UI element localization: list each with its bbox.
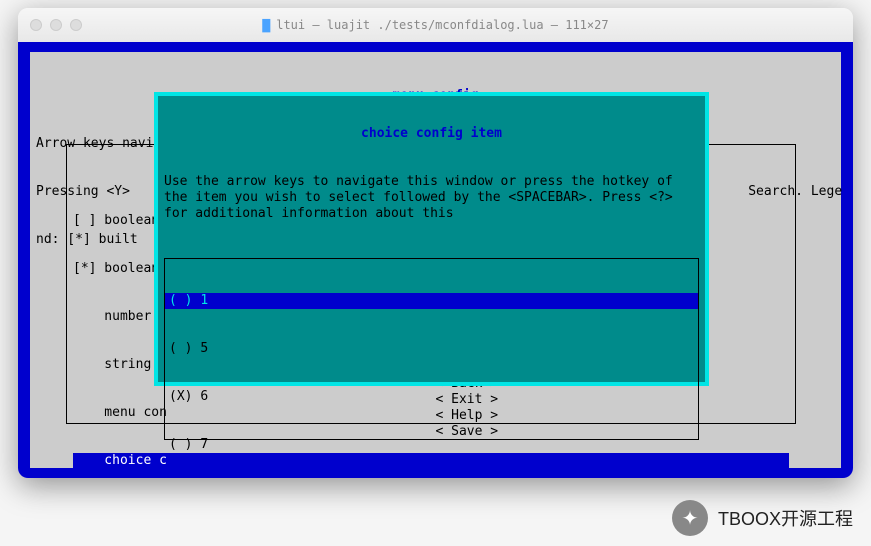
choice-dialog-title: choice config item: [158, 126, 705, 142]
macos-window: ▇ ltui — luajit ./tests/mconfdialog.lua …: [18, 8, 853, 478]
choice-dialog-help: Use the arrow keys to navigate this wind…: [158, 174, 705, 222]
folder-icon: ▇: [262, 18, 270, 33]
choice-dialog: choice config item Use the arrow keys to…: [154, 92, 709, 386]
choice-item[interactable]: ( ) 5: [165, 341, 698, 357]
choice-item[interactable]: ( ) 7: [165, 437, 698, 453]
wechat-icon: ✦: [672, 500, 708, 536]
window-title: ▇ ltui — luajit ./tests/mconfdialog.lua …: [18, 18, 853, 33]
titlebar: ▇ ltui — luajit ./tests/mconfdialog.lua …: [18, 8, 853, 42]
choice-item[interactable]: ( ) 1: [165, 293, 698, 309]
choice-list: ( ) 1 ( ) 5 (X) 6 ( ) 7: [164, 258, 699, 440]
choice-item[interactable]: (X) 6: [165, 389, 698, 405]
main-panel: menu config Arrow keys navigate the menu…: [30, 52, 841, 468]
watermark-text: TBOOX开源工程: [718, 505, 853, 531]
terminal-area: menu config Arrow keys navigate the menu…: [18, 42, 853, 478]
window-title-text: ltui — luajit ./tests/mconfdialog.lua — …: [276, 18, 608, 32]
watermark: ✦ TBOOX开源工程: [672, 500, 853, 536]
